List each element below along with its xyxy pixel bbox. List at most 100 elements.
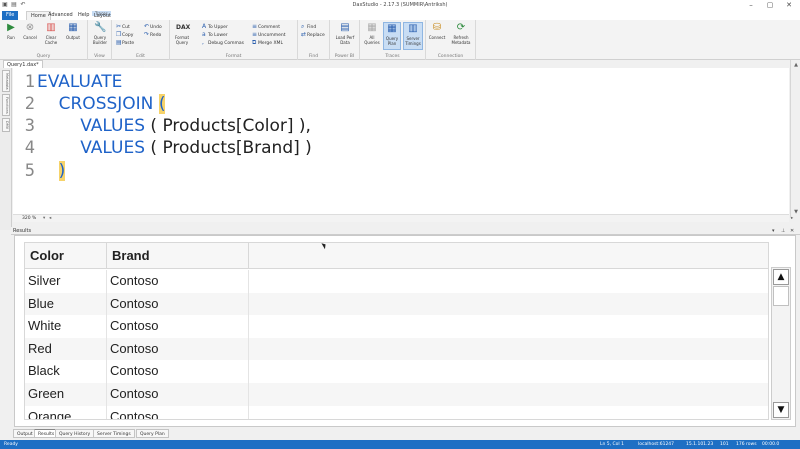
- dmv-panel-tab[interactable]: DMV: [2, 118, 10, 132]
- to-lower-button[interactable]: a To Lower: [202, 31, 228, 38]
- group-label-edit: Edit: [136, 54, 145, 59]
- cut-button[interactable]: ✂Cut: [116, 23, 130, 30]
- table-cell[interactable]: Contoso: [107, 292, 249, 316]
- column-header-brand[interactable]: Brand: [107, 243, 249, 269]
- output-button[interactable]: ▦ Output: [64, 22, 82, 50]
- table-cell[interactable]: Green: [25, 383, 107, 406]
- table-row[interactable]: Orange Contoso: [25, 405, 768, 419]
- maximize-icon[interactable]: ▢: [761, 0, 779, 11]
- pin-icon[interactable]: ⊥: [781, 227, 785, 235]
- code-line[interactable]: CROSSJOIN (: [37, 94, 166, 114]
- table-cell-empty: [249, 383, 768, 406]
- table-cell[interactable]: Contoso: [107, 270, 249, 293]
- query-builder-button[interactable]: 🔧 Query Builder: [91, 22, 109, 50]
- scroll-up-icon[interactable]: ▲: [791, 62, 800, 70]
- editor-scrollbar[interactable]: ▲ ▼: [790, 60, 800, 218]
- table-row[interactable]: Red Contoso: [25, 337, 768, 361]
- redo-button[interactable]: ↷Redo: [144, 31, 161, 38]
- table-cell[interactable]: Orange: [25, 405, 107, 419]
- results-grid[interactable]: Color Brand Silver Contoso Blue Contoso Whit…: [24, 242, 769, 420]
- code-line[interactable]: ): [37, 161, 66, 181]
- table-row[interactable]: White Contoso: [25, 315, 768, 338]
- ribbon-group-edit: ✂Cut ❐Copy ▤Paste ↶Undo ↷Redo Edit: [112, 20, 170, 60]
- table-row[interactable]: Black Contoso: [25, 360, 768, 383]
- table-cell[interactable]: Red: [25, 337, 107, 361]
- hscroll-right-icon[interactable]: ▸: [791, 215, 793, 223]
- table-row[interactable]: Blue Contoso: [25, 292, 768, 316]
- all-queries-button[interactable]: ▦ All Queries: [363, 22, 381, 50]
- load-perf-data-button[interactable]: ▤ Load Perf Data: [335, 22, 355, 50]
- line-number: 3: [24, 116, 35, 136]
- grid-scroll-down-icon[interactable]: ▼: [773, 402, 789, 418]
- refresh-metadata-button[interactable]: ⟳ Refresh Metadata: [450, 22, 472, 50]
- clear-cache-button[interactable]: ▥ Clear Cache: [42, 22, 60, 50]
- table-row[interactable]: Green Contoso: [25, 383, 768, 406]
- panel-close-icon[interactable]: ✕: [790, 227, 794, 235]
- to-upper-button[interactable]: A To Upper: [202, 23, 228, 30]
- panel-menu-icon[interactable]: ▾: [772, 227, 775, 235]
- tab-advanced[interactable]: Advanced: [44, 11, 77, 20]
- grid-scrollbar[interactable]: ▲ ▼: [771, 267, 791, 420]
- cancel-button[interactable]: ⊗ Cancel: [21, 22, 39, 50]
- table-cell[interactable]: Blue: [25, 292, 107, 316]
- document-tab[interactable]: Query1.dax*: [3, 60, 43, 68]
- minimize-icon[interactable]: –: [742, 0, 760, 11]
- table-cell[interactable]: Contoso: [107, 383, 249, 406]
- zoom-level[interactable]: 320 %: [22, 215, 36, 223]
- code-line[interactable]: VALUES ( Products[Brand] ): [37, 138, 312, 158]
- table-cell[interactable]: Contoso: [107, 360, 249, 383]
- hscroll-left-icon[interactable]: ◂: [49, 215, 51, 223]
- code-keyword: EVALUATE: [37, 72, 123, 92]
- grid-scroll-up-icon[interactable]: ▲: [773, 269, 789, 285]
- bottom-tab-query-history[interactable]: Query History: [55, 429, 95, 438]
- query-plan-icon: ▦: [387, 23, 397, 34]
- comment-button[interactable]: ≡Comment: [252, 23, 280, 30]
- zoom-dropdown-icon[interactable]: ▾: [43, 215, 45, 223]
- undo-button[interactable]: ↶Undo: [144, 23, 162, 30]
- code-line[interactable]: VALUES ( Products[Color] ),: [37, 116, 311, 136]
- table-cell[interactable]: Silver: [25, 270, 107, 293]
- grid-scroll-thumb[interactable]: [773, 286, 789, 306]
- close-icon[interactable]: ✕: [780, 0, 798, 11]
- group-label-connection: Connection: [437, 54, 464, 59]
- dax-format-icon: DAX: [176, 24, 191, 31]
- code-line[interactable]: EVALUATE: [37, 72, 122, 92]
- bottom-panel-tabs: Output Results Query History Server Timings…: [0, 428, 800, 440]
- table-cell-empty: [249, 360, 768, 383]
- table-cell-empty: [249, 315, 768, 338]
- table-cell[interactable]: Contoso: [107, 337, 249, 361]
- copy-button[interactable]: ❐Copy: [116, 31, 133, 38]
- table-row[interactable]: Silver Contoso: [25, 270, 768, 293]
- query-plan-button[interactable]: ▦ Query Plan: [383, 22, 401, 50]
- merge-xml-button[interactable]: ⧉ Merge XML: [252, 39, 283, 46]
- metadata-panel-tab[interactable]: Metadata: [2, 70, 10, 92]
- find-button[interactable]: ⌕ Find: [301, 23, 316, 30]
- ribbon-group-query: ▶ Run ⊗ Cancel ▥ Clear Cache ▦ Output Query: [0, 20, 88, 60]
- query-editor[interactable]: 1234 5 EVALUATE CROSSJOIN ( VALUES ( Prod…: [13, 68, 789, 214]
- status-position: Ln 5, Col 1: [600, 442, 624, 447]
- format-query-button[interactable]: DAX Format Query: [173, 22, 191, 50]
- uncomment-button[interactable]: ≡Uncomment: [252, 31, 286, 38]
- replace-button[interactable]: ⇄Replace: [301, 31, 325, 38]
- tab-file[interactable]: File: [2, 11, 19, 20]
- bottom-tab-server-timings[interactable]: Server Timings: [93, 429, 135, 438]
- table-cell[interactable]: Black: [25, 360, 107, 383]
- table-cell[interactable]: Contoso: [107, 405, 249, 419]
- column-header-color[interactable]: Color: [25, 243, 107, 269]
- group-label-query: Query: [36, 54, 51, 59]
- table-cell-empty: [249, 338, 768, 361]
- server-timings-button[interactable]: ▥ Server Timings: [403, 22, 423, 50]
- run-button[interactable]: ▶ Run: [2, 22, 20, 50]
- bottom-tab-query-plan[interactable]: Query Plan: [136, 429, 169, 438]
- debug-commas-button[interactable]: , Debug Commas: [202, 39, 244, 46]
- table-cell[interactable]: Contoso: [107, 315, 249, 338]
- paste-button[interactable]: ▤Paste: [116, 39, 134, 46]
- table-cell[interactable]: White: [25, 315, 107, 338]
- connect-button[interactable]: ⛁ Connect: [428, 22, 446, 50]
- code-text: ( Products[Brand] ): [145, 138, 312, 158]
- functions-panel-tab[interactable]: Functions: [2, 94, 10, 116]
- highlighted-paren: (: [158, 94, 166, 114]
- results-header: Results ▾ ⊥ ✕: [11, 227, 800, 235]
